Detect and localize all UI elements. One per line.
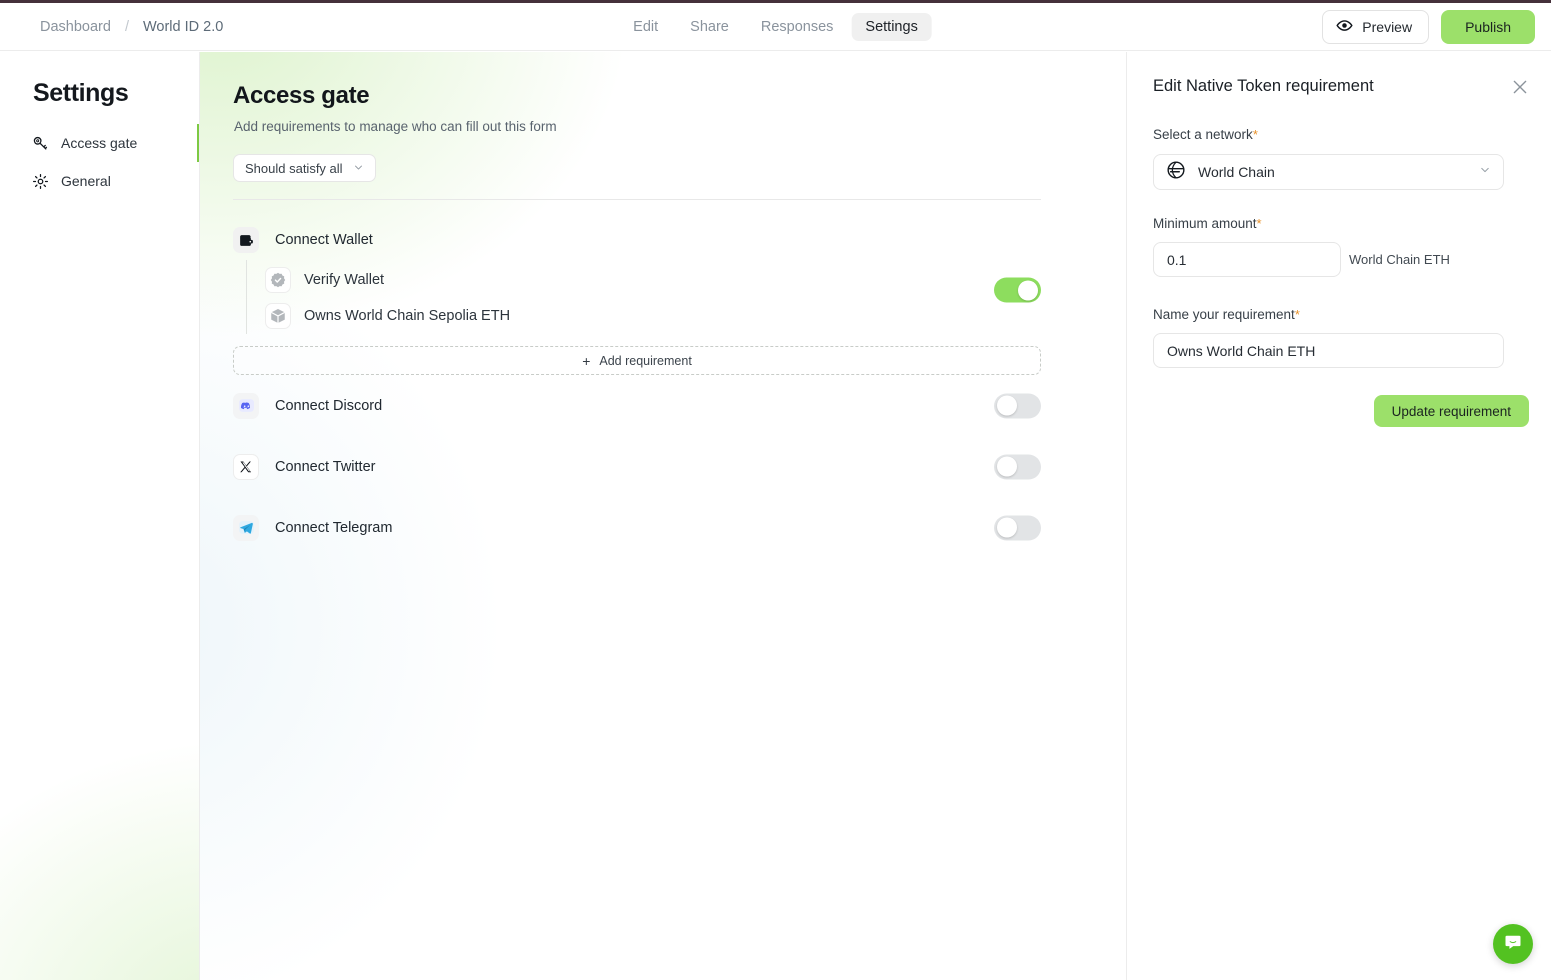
page-subtitle: Add requirements to manage who can fill … bbox=[234, 119, 557, 134]
connect-twitter-label: Connect Twitter bbox=[275, 458, 376, 475]
top-actions: Preview Publish bbox=[1322, 3, 1535, 51]
satisfy-mode-value: Should satisfy all bbox=[245, 160, 343, 176]
tab-responses[interactable]: Responses bbox=[747, 13, 848, 41]
key-icon bbox=[32, 135, 49, 152]
connect-discord-label: Connect Discord bbox=[275, 397, 383, 414]
amount-field-label: Minimum amount* bbox=[1153, 216, 1262, 231]
twitter-toggle[interactable] bbox=[994, 454, 1041, 479]
sidebar-item-access-gate[interactable]: Access gate bbox=[0, 124, 199, 162]
section-divider bbox=[233, 199, 1041, 200]
update-requirement-button[interactable]: Update requirement bbox=[1373, 395, 1529, 427]
required-marker: * bbox=[1256, 216, 1262, 231]
requirement-name-value: Owns World Chain ETH bbox=[1167, 342, 1316, 359]
sidebar-nav: Access gate General bbox=[0, 124, 199, 200]
toggle-knob bbox=[997, 395, 1017, 416]
toggle-knob bbox=[1018, 280, 1038, 300]
tab-share[interactable]: Share bbox=[676, 13, 743, 41]
panel-title: Edit Native Token requirement bbox=[1153, 77, 1374, 95]
requirements-area: Connect Wallet Verify Wallet Owns World … bbox=[200, 220, 1126, 558]
verified-badge-icon bbox=[265, 267, 291, 293]
required-marker: * bbox=[1294, 307, 1300, 322]
requirement-name-input[interactable]: Owns World Chain ETH bbox=[1153, 333, 1504, 368]
requirement-group-wallet: Connect Wallet Verify Wallet Owns World … bbox=[200, 220, 1126, 375]
discord-icon bbox=[233, 392, 259, 419]
gear-icon bbox=[32, 173, 49, 190]
requirement-owns-token[interactable]: Owns World Chain Sepolia ETH bbox=[265, 298, 1126, 334]
wallet-requirement-list: Verify Wallet Owns World Chain Sepolia E… bbox=[246, 260, 1126, 334]
chevron-down-icon bbox=[353, 161, 364, 176]
top-accent-bar bbox=[0, 0, 1551, 3]
breadcrumb-separator: / bbox=[124, 19, 129, 35]
world-chain-icon bbox=[1166, 160, 1186, 185]
telegram-icon bbox=[233, 514, 259, 541]
chat-bubble-button[interactable] bbox=[1493, 924, 1533, 964]
breadcrumb-current[interactable]: World ID 2.0 bbox=[143, 19, 223, 35]
connect-telegram-row[interactable]: Connect Telegram bbox=[200, 497, 1041, 558]
main-content: Access gate Add requirements to manage w… bbox=[200, 52, 1126, 980]
add-requirement-label: Add requirement bbox=[599, 353, 692, 368]
toggle-knob bbox=[997, 517, 1017, 538]
breadcrumb: Dashboard / World ID 2.0 bbox=[40, 3, 223, 51]
connect-wallet-row[interactable]: Connect Wallet bbox=[200, 220, 1126, 260]
name-label-text: Name your requirement bbox=[1153, 307, 1295, 322]
connect-telegram-label: Connect Telegram bbox=[275, 519, 393, 536]
network-field-label: Select a network* bbox=[1153, 127, 1258, 142]
discord-toggle[interactable] bbox=[994, 393, 1041, 418]
sidebar-item-general[interactable]: General bbox=[0, 162, 199, 200]
minimum-amount-value: 0.1 bbox=[1167, 251, 1187, 268]
sidebar-item-label: Access gate bbox=[61, 135, 138, 151]
breadcrumb-dashboard[interactable]: Dashboard bbox=[40, 19, 111, 35]
tab-settings[interactable]: Settings bbox=[851, 13, 932, 41]
cube-icon bbox=[265, 303, 291, 329]
connect-discord-row[interactable]: Connect Discord bbox=[200, 375, 1041, 436]
telegram-toggle[interactable] bbox=[994, 515, 1041, 540]
top-tabs: Edit Share Responses Settings bbox=[619, 3, 932, 51]
minimum-amount-input[interactable]: 0.1 bbox=[1153, 242, 1341, 277]
preview-label: Preview bbox=[1362, 19, 1413, 35]
sidebar-item-label: General bbox=[61, 173, 111, 189]
satisfy-mode-select[interactable]: Should satisfy all bbox=[233, 154, 376, 182]
edit-requirement-panel: Edit Native Token requirement Select a n… bbox=[1126, 52, 1551, 980]
toggle-knob bbox=[997, 456, 1017, 477]
add-requirement-button[interactable]: + Add requirement bbox=[233, 346, 1041, 375]
requirement-label: Verify Wallet bbox=[304, 272, 385, 288]
top-bar: Dashboard / World ID 2.0 Edit Share Resp… bbox=[0, 3, 1551, 51]
chevron-down-icon bbox=[1479, 163, 1491, 181]
requirement-label: Owns World Chain Sepolia ETH bbox=[304, 308, 511, 324]
name-field-label: Name your requirement* bbox=[1153, 307, 1300, 322]
wallet-icon bbox=[233, 227, 259, 253]
publish-button[interactable]: Publish bbox=[1441, 10, 1535, 44]
twitter-x-icon bbox=[233, 453, 259, 480]
tab-edit[interactable]: Edit bbox=[619, 13, 672, 41]
sidebar-title: Settings bbox=[33, 79, 129, 107]
eye-icon bbox=[1336, 17, 1353, 37]
plus-icon: + bbox=[582, 352, 591, 369]
page-title: Access gate bbox=[233, 82, 370, 109]
network-select[interactable]: World Chain bbox=[1153, 154, 1504, 190]
required-marker: * bbox=[1252, 127, 1258, 142]
connect-twitter-row[interactable]: Connect Twitter bbox=[200, 436, 1041, 497]
chat-bubble-icon bbox=[1503, 932, 1523, 957]
preview-button[interactable]: Preview bbox=[1322, 10, 1430, 44]
close-icon[interactable] bbox=[1511, 78, 1529, 96]
connect-wallet-toggle[interactable] bbox=[994, 277, 1041, 303]
network-value: World Chain bbox=[1198, 164, 1275, 180]
settings-sidebar: Settings Access gate General bbox=[0, 52, 200, 980]
amount-label-text: Minimum amount bbox=[1153, 216, 1257, 231]
connect-wallet-label: Connect Wallet bbox=[275, 232, 373, 248]
network-label-text: Select a network bbox=[1153, 127, 1253, 142]
amount-unit-label: World Chain ETH bbox=[1349, 252, 1450, 267]
